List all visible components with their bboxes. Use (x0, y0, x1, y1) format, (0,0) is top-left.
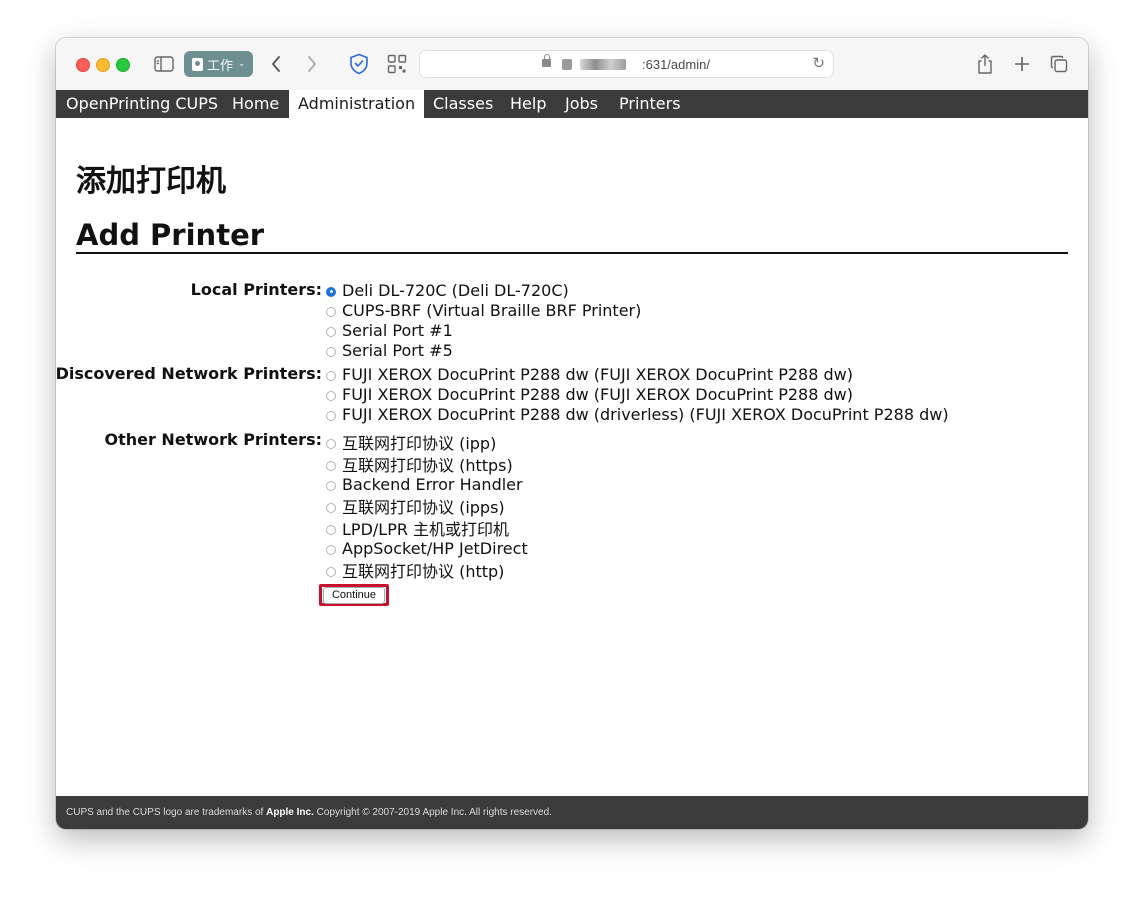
option-label: 互联网打印协议 (ipps) (342, 498, 505, 517)
option-label: Serial Port #1 (342, 320, 453, 340)
printer-option[interactable]: Serial Port #1 (326, 320, 453, 340)
radio-button[interactable] (326, 544, 336, 555)
share-icon[interactable] (974, 52, 996, 76)
radio-button[interactable] (326, 460, 336, 471)
title-bar: 工作 ⌄ :631/admin/ ↻ (56, 38, 1088, 91)
page-footer: CUPS and the CUPS logo are trademarks of… (56, 796, 1088, 829)
printer-option[interactable]: 互联网打印协议 (ipps) (326, 496, 505, 517)
footer-prefix: CUPS and the CUPS logo are trademarks of (66, 807, 267, 818)
local-printers-label: Local Printers: (190, 280, 322, 299)
printer-option[interactable]: 互联网打印协议 (http) (326, 560, 505, 581)
cups-navbar: OpenPrinting CUPS Home Administration Cl… (56, 90, 1088, 118)
printer-option[interactable]: FUJI XEROX DocuPrint P288 dw (FUJI XEROX… (326, 384, 853, 404)
page-title: Add Printer (76, 218, 265, 252)
nav-printers[interactable]: Printers (619, 90, 681, 118)
url-text: :631/admin/ (642, 57, 710, 72)
option-label: FUJI XEROX DocuPrint P288 dw (FUJI XEROX… (342, 364, 853, 384)
option-label: Serial Port #5 (342, 340, 453, 360)
option-label: Backend Error Handler (342, 474, 523, 494)
radio-button[interactable] (326, 438, 336, 449)
nav-help[interactable]: Help (510, 90, 546, 118)
radio-button[interactable] (326, 370, 336, 381)
close-window-button[interactable] (76, 58, 90, 72)
printer-option[interactable]: CUPS-BRF (Virtual Braille BRF Printer) (326, 300, 641, 320)
zoom-window-button[interactable] (116, 58, 130, 72)
radio-button[interactable] (326, 524, 336, 535)
printer-option[interactable]: Deli DL-720C (Deli DL-720C) (326, 280, 569, 300)
tab-overview-icon[interactable] (1048, 52, 1070, 76)
printer-option[interactable]: AppSocket/HP JetDirect (326, 538, 528, 558)
radio-button[interactable] (326, 346, 336, 357)
continue-highlight: Continue (319, 584, 389, 606)
footer-suffix: Copyright © 2007-2019 Apple Inc. All rig… (313, 807, 552, 818)
discovered-printers-label: Discovered Network Printers: (56, 364, 322, 383)
qr-icon[interactable] (386, 52, 408, 76)
printer-option[interactable]: 互联网打印协议 (https) (326, 454, 513, 475)
browser-window: 工作 ⌄ :631/admin/ ↻ OpenPrinting CUPS Hom… (56, 38, 1088, 829)
other-printers-label: Other Network Printers: (104, 430, 322, 449)
sidebar-icon[interactable] (152, 52, 176, 76)
printer-option[interactable]: FUJI XEROX DocuPrint P288 dw (driverless… (326, 404, 949, 424)
profile-label: 工作 (207, 58, 234, 74)
address-bar[interactable]: :631/admin/ ↻ (419, 50, 834, 78)
option-label: FUJI XEROX DocuPrint P288 dw (driverless… (342, 404, 949, 424)
nav-jobs[interactable]: Jobs (565, 90, 598, 118)
nav-classes[interactable]: Classes (433, 90, 493, 118)
nav-administration[interactable]: Administration (289, 90, 425, 118)
option-label: 互联网打印协议 (ipp) (342, 434, 497, 453)
page-content: 添加打印机 Add Printer Local Printers: Deli D… (56, 118, 1088, 796)
option-label: LPD/LPR 主机或打印机 (342, 520, 510, 539)
nav-home[interactable]: Home (232, 90, 279, 118)
radio-button[interactable] (326, 410, 336, 421)
radio-button[interactable] (326, 326, 336, 337)
printer-option[interactable]: Backend Error Handler (326, 474, 523, 494)
printer-option[interactable]: LPD/LPR 主机或打印机 (326, 518, 510, 539)
option-label: Deli DL-720C (Deli DL-720C) (342, 280, 569, 300)
new-tab-icon[interactable] (1011, 52, 1033, 76)
option-label: 互联网打印协议 (https) (342, 456, 513, 475)
radio-button[interactable] (326, 502, 336, 513)
printer-option[interactable]: Serial Port #5 (326, 340, 453, 360)
lock-icon (542, 54, 551, 67)
option-label: CUPS-BRF (Virtual Braille BRF Printer) (342, 300, 642, 320)
minimize-window-button[interactable] (96, 58, 110, 72)
printer-option[interactable]: FUJI XEROX DocuPrint P288 dw (FUJI XEROX… (326, 364, 853, 384)
radio-button[interactable] (326, 566, 336, 577)
radio-button[interactable] (326, 390, 336, 401)
page-title-zh: 添加打印机 (76, 164, 226, 199)
title-divider (76, 252, 1068, 254)
footer-brand: Apple Inc. (266, 807, 314, 818)
back-icon[interactable] (266, 52, 286, 76)
redacted-host (562, 59, 572, 70)
reload-icon[interactable]: ↻ (812, 54, 825, 72)
profile-icon (192, 57, 203, 71)
option-label: AppSocket/HP JetDirect (342, 538, 528, 558)
shield-icon[interactable] (348, 52, 370, 76)
radio-button[interactable] (326, 306, 336, 317)
forward-icon[interactable] (302, 52, 322, 76)
option-label: FUJI XEROX DocuPrint P288 dw (FUJI XEROX… (342, 384, 853, 404)
redacted-host (580, 59, 626, 70)
option-label: 互联网打印协议 (http) (342, 562, 505, 581)
continue-button[interactable]: Continue (322, 586, 386, 604)
radio-button[interactable] (326, 480, 336, 491)
radio-button[interactable] (326, 286, 336, 297)
chevron-down-icon: ⌄ (238, 59, 246, 69)
printer-option[interactable]: 互联网打印协议 (ipp) (326, 432, 497, 453)
profile-button[interactable]: 工作 ⌄ (184, 51, 253, 77)
nav-brand-link[interactable]: OpenPrinting CUPS (66, 90, 218, 118)
